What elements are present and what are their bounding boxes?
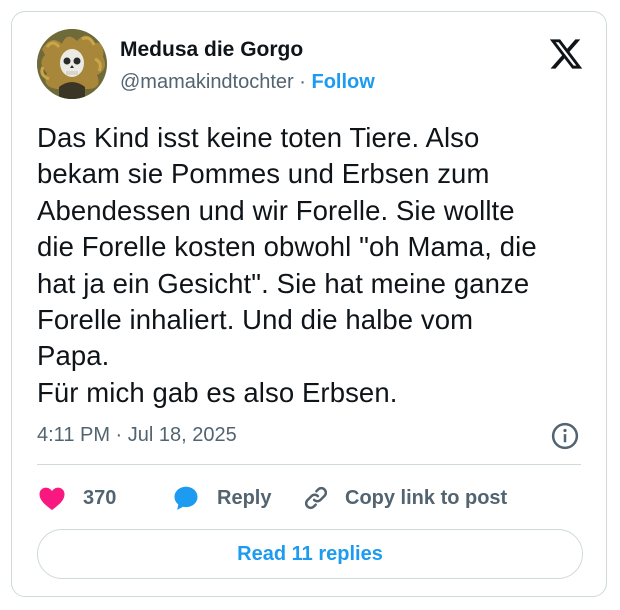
reply-bubble-icon bbox=[171, 483, 201, 513]
divider bbox=[37, 464, 581, 465]
read-replies-button[interactable]: Read 11 replies bbox=[37, 529, 583, 579]
reply-label: Reply bbox=[217, 486, 272, 509]
copy-link-label: Copy link to post bbox=[345, 486, 508, 509]
tweet-actions: 370 Reply Copy link to post bbox=[37, 480, 597, 516]
tweet-card: Medusa die Gorgo @mamakindtochter · Foll… bbox=[11, 11, 607, 597]
author-handle[interactable]: @mamakindtochter bbox=[120, 71, 294, 93]
like-count: 370 bbox=[83, 486, 117, 509]
x-logo-icon[interactable] bbox=[548, 36, 584, 72]
link-icon bbox=[301, 483, 331, 513]
follow-button[interactable]: Follow bbox=[311, 71, 374, 93]
tweet-timestamp[interactable]: 4:11 PM · Jul 18, 2025 bbox=[37, 424, 237, 447]
like-button[interactable]: 370 bbox=[37, 480, 116, 516]
avatar[interactable] bbox=[37, 29, 107, 99]
info-icon[interactable] bbox=[550, 421, 580, 451]
handle-separator: · bbox=[293, 71, 312, 93]
tweet-text: Das Kind isst keine toten Tiere. Also be… bbox=[37, 122, 537, 408]
medusa-avatar-icon bbox=[37, 29, 107, 99]
author-display-name[interactable]: Medusa die Gorgo bbox=[120, 38, 303, 62]
reply-button[interactable]: Reply bbox=[171, 480, 271, 516]
copy-link-button[interactable]: Copy link to post bbox=[301, 480, 507, 516]
author-handle-row: @mamakindtochter · Follow bbox=[120, 71, 375, 94]
heart-icon bbox=[37, 483, 67, 513]
